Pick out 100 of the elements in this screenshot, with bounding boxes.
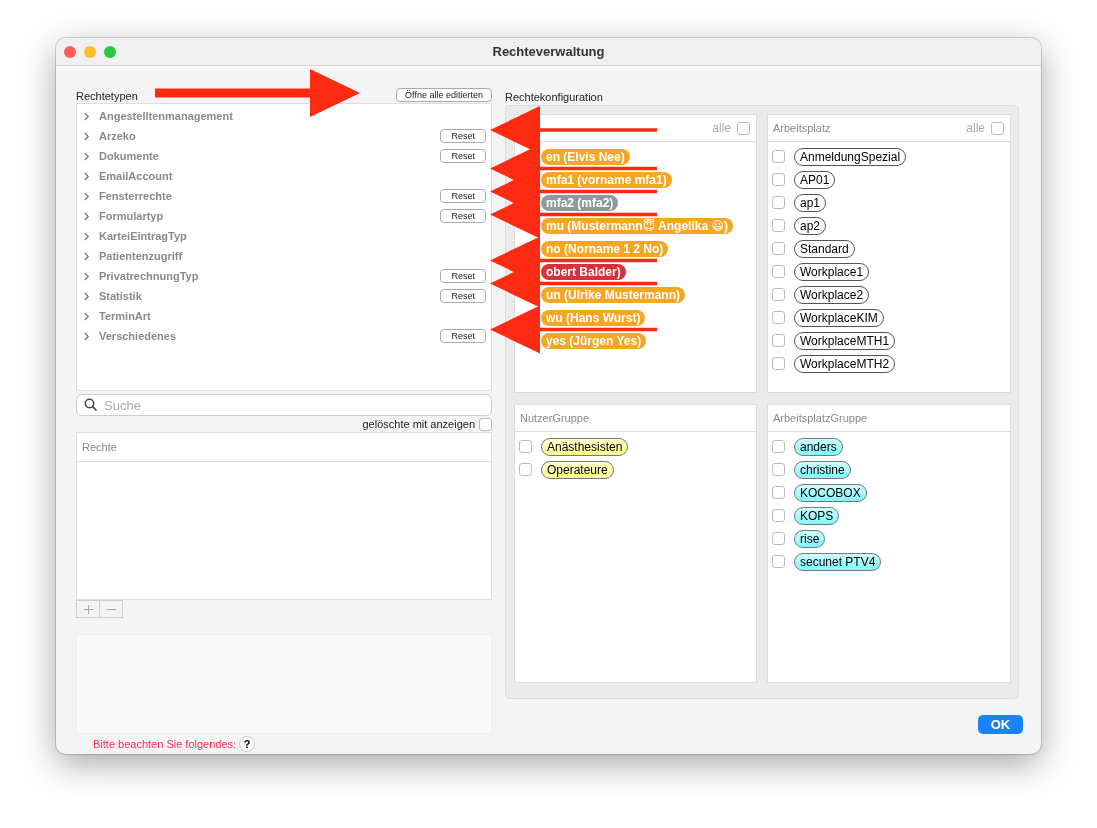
- checkbox[interactable]: [519, 463, 532, 476]
- tag: AnmeldungSpezial: [794, 147, 907, 166]
- tag: ap1: [794, 193, 827, 212]
- tree-item[interactable]: PrivatrechnungTyp: [99, 270, 441, 282]
- reset-button[interactable]: Reset: [440, 209, 486, 223]
- checkbox-label: gelöschte mit anzeigen: [362, 418, 475, 430]
- tag: anders: [794, 437, 843, 456]
- reset-button[interactable]: Reset: [440, 189, 486, 203]
- tag: Standard: [794, 239, 855, 258]
- tree-item[interactable]: Angestelltenmanagement: [99, 110, 486, 122]
- open-edited-button[interactable]: Öffne alle editierten: [396, 88, 492, 102]
- user-tag: wu (Hans Wurst): [541, 309, 646, 326]
- checkbox[interactable]: [479, 417, 492, 431]
- user-tag: un (Ulrike Mustermann): [541, 286, 685, 303]
- reset-button[interactable]: Reset: [440, 269, 486, 283]
- section-label: Rechtekonfiguration: [505, 91, 604, 105]
- checkbox[interactable]: [772, 173, 785, 186]
- checkbox[interactable]: [772, 288, 785, 301]
- tag: WorkplaceMTH1: [794, 331, 896, 350]
- tree-item[interactable]: EmailAccount: [99, 170, 486, 182]
- checkbox[interactable]: [772, 532, 785, 545]
- tag: secunet PTV4: [794, 552, 882, 571]
- tag: KOPS: [794, 506, 840, 525]
- checkbox[interactable]: [772, 219, 785, 232]
- tag: Workplace1: [794, 262, 870, 281]
- chevron-icon[interactable]: [83, 171, 90, 181]
- reset-button[interactable]: Reset: [440, 149, 486, 163]
- chevron-icon[interactable]: [83, 211, 90, 221]
- user-tag: mu (Mustermann😇 Angelika 😃): [541, 217, 733, 234]
- checkbox[interactable]: [772, 334, 785, 347]
- checkbox[interactable]: [772, 357, 785, 370]
- section-label: Rechtetypen: [76, 90, 138, 102]
- panel-title: NutzerGruppe: [520, 412, 590, 424]
- search-icon: [84, 398, 98, 412]
- checkbox[interactable]: [519, 440, 532, 453]
- tree-item[interactable]: Arzeko: [99, 130, 441, 142]
- tag: AP01: [794, 170, 836, 189]
- tag: rise: [794, 529, 826, 548]
- tag: christine: [794, 460, 851, 479]
- chevron-icon[interactable]: [83, 151, 90, 161]
- plus-icon: [83, 604, 93, 614]
- reset-button[interactable]: Reset: [440, 329, 486, 343]
- ok-button[interactable]: OK: [978, 715, 1023, 734]
- tree-item[interactable]: Statistik: [99, 290, 441, 302]
- checkbox[interactable]: [772, 242, 785, 255]
- user-tag: yes (Jürgen Yes): [541, 332, 647, 349]
- chevron-icon[interactable]: [83, 271, 90, 281]
- zoom-button[interactable]: [104, 45, 116, 58]
- chevron-icon[interactable]: [83, 131, 90, 141]
- close-button[interactable]: [64, 45, 76, 58]
- minimize-button[interactable]: [84, 45, 96, 58]
- select-all-label: alle: [966, 121, 985, 135]
- tree-item[interactable]: Fensterrechte: [99, 190, 441, 202]
- user-tag: mfa2 (mfa2): [541, 194, 619, 211]
- tree-item[interactable]: Verschiedenes: [99, 330, 441, 342]
- chevron-icon[interactable]: [83, 331, 90, 341]
- checkbox[interactable]: [772, 486, 785, 499]
- checkbox[interactable]: [772, 311, 785, 324]
- window-title: Rechteverwaltung: [492, 44, 605, 59]
- chevron-icon[interactable]: [83, 191, 90, 201]
- user-tag: mfa1 (vorname mfa1): [541, 171, 672, 188]
- tree-item[interactable]: Patientenzugriff: [99, 250, 486, 262]
- tree-item[interactable]: Dokumente: [99, 150, 441, 162]
- checkbox[interactable]: [772, 509, 785, 522]
- select-all-checkbox[interactable]: [737, 121, 750, 135]
- checkbox[interactable]: [772, 196, 785, 209]
- checkbox[interactable]: [772, 463, 785, 476]
- checkbox[interactable]: [772, 555, 785, 568]
- user-tag: obert Balder): [541, 263, 626, 280]
- tree-item[interactable]: Formulartyp: [99, 210, 441, 222]
- tag: WorkplaceKIM: [794, 308, 884, 327]
- chevron-icon[interactable]: [83, 111, 90, 121]
- tree-item[interactable]: TerminArt: [99, 310, 486, 322]
- column-header: Rechte: [82, 441, 117, 453]
- tag: KOCOBOX: [794, 483, 867, 502]
- tag: WorkplaceMTH2: [794, 354, 896, 373]
- search-field[interactable]: Suche: [76, 394, 492, 416]
- tag: Workplace2: [794, 285, 870, 304]
- help-button[interactable]: ?: [239, 736, 256, 752]
- panel-title: Arbeitsplatz: [773, 122, 831, 134]
- tree-item[interactable]: KarteiEintragTyp: [99, 230, 486, 242]
- reset-button[interactable]: Reset: [440, 289, 486, 303]
- user-tag: no (Norname 1 2 No): [541, 240, 669, 257]
- chevron-icon[interactable]: [83, 311, 90, 321]
- chevron-icon[interactable]: [83, 291, 90, 301]
- checkbox[interactable]: [772, 150, 785, 163]
- select-all-checkbox[interactable]: [991, 121, 1004, 135]
- panel-title: ArbeitsplatzGruppe: [773, 412, 868, 424]
- reset-button[interactable]: Reset: [440, 129, 486, 143]
- tag: Operateure: [541, 460, 614, 479]
- chevron-icon[interactable]: [83, 231, 90, 241]
- checkbox[interactable]: [772, 440, 785, 453]
- remove-button[interactable]: [99, 600, 123, 618]
- notice-text: Bitte beachten Sie folgendes:: [93, 738, 237, 750]
- chevron-icon[interactable]: [83, 251, 90, 261]
- tag: Anästhesisten: [541, 437, 629, 456]
- checkbox[interactable]: [772, 265, 785, 278]
- tag: ap2: [794, 216, 827, 235]
- select-all-label: alle: [712, 121, 731, 135]
- add-button[interactable]: [76, 600, 100, 618]
